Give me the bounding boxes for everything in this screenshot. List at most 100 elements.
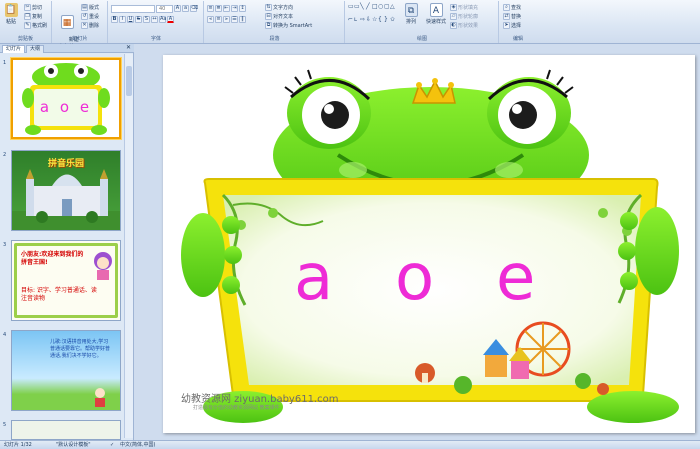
font-name-combo[interactable] xyxy=(111,4,155,13)
font-group-label: 字体 xyxy=(150,36,161,42)
increase-indent-icon[interactable]: ⇥ xyxy=(231,5,238,12)
replace-button[interactable]: ⇄ 替换 xyxy=(503,12,521,21)
drawing-group: ▭ ▭ ╲ ╱ □ ○ ▢ △ ⌐ ʟ ⇨ ⇩ ☆{} ✩ ⧉ 排列 A 快速样式 ◈ 形状填充 ▱ 形状轮… xyxy=(346,1,499,43)
smartart-button[interactable]: ⧉ 转换为 SmartArt xyxy=(265,21,312,30)
slide-thumbnail-1[interactable]: a o e xyxy=(11,58,121,139)
slides-group: ▦ 新建 幻灯片 ▤版式 ↺重设 ✕删除 幻灯片 xyxy=(53,1,108,50)
slide-thumbnail-2[interactable]: 拼音乐园 xyxy=(11,150,121,231)
clipboard-group-label: 剪贴板 xyxy=(17,36,33,42)
paragraph-group: ≡ ≣ ⇤ ⇥ ↕ ⇅ 文字方向 ⊟ 对齐文本 ⧉ 转换为 SmartArt ⫷ ≡ … xyxy=(205,1,345,43)
list-row: ≡ ≣ ⇤ ⇥ ↕ xyxy=(207,4,246,13)
align-text-icon: ⊟ xyxy=(265,13,272,20)
thumb-letters: a o e xyxy=(39,98,93,116)
pinyin-letter-o[interactable]: o xyxy=(395,243,434,313)
layout-icon: ▤ xyxy=(81,4,88,11)
spacing-icon[interactable]: ↔ xyxy=(151,16,158,23)
reset-icon: ↺ xyxy=(81,13,88,20)
font-size-combo[interactable]: 40 xyxy=(156,4,173,13)
editing-group-label: 编辑 xyxy=(512,36,523,42)
theme-name: "默认设计模板" xyxy=(56,442,91,448)
shrink-font-icon[interactable]: a xyxy=(182,5,189,12)
shape-effects-button[interactable]: ◐ 形状效果 xyxy=(450,21,478,30)
decrease-indent-icon[interactable]: ⇤ xyxy=(223,5,230,12)
star-shape-icon[interactable]: ✩ xyxy=(390,16,396,29)
paragraph-group-label: 段落 xyxy=(269,36,280,42)
copy-icon: ❐ xyxy=(24,13,31,20)
shapes-gallery[interactable]: ▭ ▭ ╲ ╱ □ ○ ▢ △ ⌐ ʟ ⇨ ⇩ ☆{} ✩ xyxy=(348,3,398,29)
effects-icon: ◐ xyxy=(450,22,457,29)
italic-icon[interactable]: I xyxy=(119,16,126,23)
bold-icon[interactable]: B xyxy=(111,16,118,23)
layout-button[interactable]: ▤ 版式 xyxy=(81,3,99,12)
replace-icon: ⇄ xyxy=(503,13,510,20)
align-text-button[interactable]: ⊟ 对齐文本 xyxy=(265,12,293,21)
outline-icon: ▱ xyxy=(450,13,457,20)
scrollbar-thumb[interactable] xyxy=(126,66,132,96)
align-center-icon[interactable]: ≡ xyxy=(215,16,222,23)
font-color-icon[interactable]: A xyxy=(167,16,174,23)
slide-thumbnail-5[interactable] xyxy=(11,420,121,440)
slide-thumbnail-4[interactable]: 儿歌:汉语拼音用处大,学习普通话要靠它。帮助学好普通话,我们决不学好它。 xyxy=(11,330,121,411)
thumb-welcome-text: 小朋友:欢迎来到我们的拼音王国! xyxy=(21,251,84,266)
bullets-icon[interactable]: ≡ xyxy=(207,5,214,12)
shape-outline-button[interactable]: ▱ 形状轮廓 xyxy=(450,12,478,21)
strikethrough-icon[interactable]: S xyxy=(135,16,142,23)
grow-font-icon[interactable]: A xyxy=(174,5,181,12)
case-icon[interactable]: Aa xyxy=(159,16,166,23)
paste-button[interactable]: 📋 粘贴 xyxy=(2,3,20,25)
editing-group: ⌕ 查找 ⇄ 替换 ➤ 选择 编辑 xyxy=(500,1,536,43)
shadow-icon[interactable]: S xyxy=(143,16,150,23)
copy-button[interactable]: ❐ 复制 xyxy=(24,12,42,21)
quick-styles-icon: A xyxy=(429,3,443,17)
find-button[interactable]: ⌕ 查找 xyxy=(503,3,521,12)
scissors-icon: ✂ xyxy=(24,4,31,11)
text-direction-button[interactable]: ⇅ 文字方向 xyxy=(265,3,293,12)
delete-icon: ✕ xyxy=(81,22,88,29)
new-slide-icon: ▦ xyxy=(60,15,74,29)
ribbon: 📋 粘贴 ✂剪切 ❐复制 ✎格式刷 剪贴板 ▦ 新建 幻灯片 ▤版式 ↺重设 ✕… xyxy=(0,0,700,50)
triangle-shape-icon[interactable]: △ xyxy=(390,3,396,16)
slide-number: 4 xyxy=(3,332,7,338)
cut-button[interactable]: ✂ 剪切 xyxy=(24,3,42,12)
align-right-icon[interactable]: ⫸ xyxy=(223,16,230,23)
select-button[interactable]: ➤ 选择 xyxy=(503,21,521,30)
shape-fill-button[interactable]: ◈ 形状填充 xyxy=(450,3,478,12)
thumb-title: 拼音乐园 xyxy=(47,159,84,169)
close-panel-icon[interactable]: ✕ xyxy=(126,44,131,51)
line-spacing-icon[interactable]: ↕ xyxy=(239,5,246,12)
quick-styles-button[interactable]: A 快速样式 xyxy=(424,3,448,25)
thumb-goal-text: 目标: 识字、学习普通话、读注音读物 xyxy=(21,287,97,302)
tab-outline[interactable]: 大纲 xyxy=(26,45,45,53)
arrange-button[interactable]: ⧉ 排列 xyxy=(401,3,421,25)
numbering-icon[interactable]: ≣ xyxy=(215,5,222,12)
current-slide[interactable]: a o e 幼教资源网 ziyuan.baby611.com 打造最有价值的幼教… xyxy=(163,55,695,433)
format-painter-button[interactable]: ✎ 格式刷 xyxy=(24,21,47,30)
pinyin-letter-e[interactable]: e xyxy=(496,243,535,313)
align-left-icon[interactable]: ⫷ xyxy=(207,16,214,23)
reset-button[interactable]: ↺ 重设 xyxy=(81,12,99,21)
fill-icon: ◈ xyxy=(450,4,457,11)
thumb-child-image xyxy=(95,388,105,407)
tab-slides[interactable]: 幻灯片 xyxy=(2,45,26,53)
underline-icon[interactable]: U xyxy=(127,16,134,23)
clipboard-icon: 📋 xyxy=(4,3,18,17)
panel-tabs: 幻灯片 大纲 ✕ xyxy=(0,44,134,53)
delete-button[interactable]: ✕ 删除 xyxy=(81,21,99,30)
spell-check-icon[interactable]: ✓ xyxy=(110,441,114,449)
slide-canvas: a o e 幼教资源网 ziyuan.baby611.com 打造最有价值的幼教… xyxy=(135,44,700,440)
powerpoint-window: 📋 粘贴 ✂剪切 ❐复制 ✎格式刷 剪贴板 ▦ 新建 幻灯片 ▤版式 ↺重设 ✕… xyxy=(0,0,700,449)
slide-number: 3 xyxy=(3,242,7,248)
slide-thumbnail-3[interactable]: 小朋友:欢迎来到我们的拼音王国! 目标: 识字、学习普通话、读注音读物 xyxy=(11,240,121,321)
clear-format-icon[interactable]: ⌫ xyxy=(190,5,198,12)
columns-icon[interactable]: ‖ xyxy=(239,16,246,23)
justify-icon[interactable]: ☰ xyxy=(231,16,238,23)
panel-scrollbar[interactable] xyxy=(124,54,133,438)
slide-number: 1 xyxy=(3,60,7,66)
pinyin-letter-a[interactable]: a xyxy=(294,243,333,313)
drawing-group-label: 绘图 xyxy=(416,36,427,42)
font-group: 40 A a ⌫ B I U S S ↔ Aa A 字体 xyxy=(109,1,204,43)
status-bar: 幻灯片 1/32 "默认设计模板" ✓ 中文(简体,中国) xyxy=(0,440,700,449)
slide-number: 5 xyxy=(3,422,7,428)
watermark-subtext: 打造最有价值的幼教资源网站 教案课件 xyxy=(193,405,280,411)
font-row: 40 A a ⌫ xyxy=(111,4,198,13)
